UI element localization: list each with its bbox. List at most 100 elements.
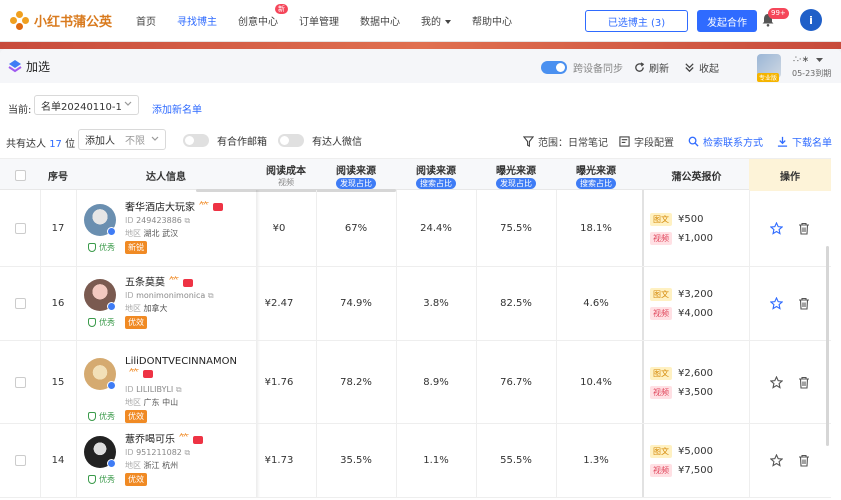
price-value: ¥5,000 [678,446,713,457]
quality-badge: 优秀 [88,242,115,253]
id-value: 951211082 [136,448,182,457]
region-value: 加拿大 [143,304,168,313]
copy-icon[interactable]: ⧉ [176,385,182,394]
creator-name[interactable]: 五条莫莫 [125,278,165,289]
creator-info: 五条莫莫⺮ ID monimonimonica ⧉ 地区 加拿大 优秀 优效 [84,267,254,340]
table-row[interactable]: 17 奢华酒店大玩家⺮ ID 249423886 ⧉ 地区 湖北 武汉 优秀 新… [0,190,831,267]
nav-item-orders[interactable]: 订单管理 [299,13,339,28]
nav-item-label: 我的 [421,17,441,28]
header-read-cost[interactable]: 阅读成本 视频 [256,159,316,191]
shield-icon [88,411,96,421]
column-divider [642,267,644,340]
nav-item-creative-center[interactable]: 创意中心 新 [238,4,288,28]
download-list-button[interactable]: 下载名单 [777,134,832,149]
total-number: 17 [49,139,62,150]
select-all-checkbox[interactable] [14,169,26,181]
row-actions [770,341,810,423]
add-list-link[interactable]: 添加新名单 [152,101,202,116]
wechat-toggle[interactable] [278,134,304,147]
field-config-button[interactable]: 字段配置 [619,134,674,149]
refresh-label: 刷新 [649,64,669,75]
add-creator-select[interactable]: 添加人 不限 [78,129,166,150]
trash-icon[interactable] [798,222,810,235]
field-config-label: 字段配置 [634,138,674,149]
creator-tag: 新锐 [125,240,147,254]
add-creator-limit: 不限 [125,136,145,147]
row-checkbox[interactable] [14,298,26,309]
star-icon[interactable] [770,221,783,235]
row-checkbox[interactable] [14,222,26,234]
trash-icon[interactable] [798,376,810,389]
creator-name[interactable]: 奢华酒店大玩家 [125,202,195,213]
caret-down-icon[interactable] [816,58,823,63]
mailbox-toggle[interactable] [183,134,209,147]
copy-icon[interactable]: ⧉ [184,448,190,457]
creator-id: ID 951211082 ⧉ [125,448,190,458]
column-divider [749,267,750,340]
search-contact-button[interactable]: 检索联系方式 [688,134,763,149]
row-checkbox[interactable] [14,455,26,466]
creator-id: ID 249423886 ⧉ [125,216,190,226]
scope-filter[interactable]: 范围：日常笔记 [523,134,608,149]
row-index: 15 [51,376,65,388]
nav-item-find-bloggers[interactable]: 寻找博主 [177,13,217,28]
vertical-scrollbar[interactable] [826,246,829,446]
nav-item-help[interactable]: 帮助中心 [472,13,512,28]
creator-id: ID monimonimonica ⧉ [125,291,214,301]
read-source-find: 35.5% [340,455,372,466]
price-video: 视频 ¥4,000 [650,307,713,320]
nav-menu: 首页 寻找博主 创意中心 新 订单管理 数据中心 我的 帮助中心 [136,4,533,28]
price-video: 视频 ¥7,500 [650,464,713,477]
user-avatar[interactable]: i [800,9,822,31]
creator-name-line: 奢华酒店大玩家⺮ [125,201,235,215]
refresh-button[interactable]: 刷新 [634,60,669,75]
header-pill: 发现占比 [336,177,376,189]
header-exposure-source-search[interactable]: 曝光来源 搜索占比 [556,159,636,191]
search-icon [688,136,699,147]
price-video: 视频 ¥3,500 [650,385,713,399]
filter-icon [523,136,534,147]
collapse-button[interactable]: 收起 [684,60,719,75]
account-expiry: 05-23到期 [792,69,832,78]
download-icon [777,136,788,147]
table-row[interactable]: 14 薏乔喝可乐⺮ ID 951211082 ⧉ 地区 浙江 杭州 优秀 优效 … [0,424,831,498]
logo[interactable]: 小红书蒲公英 [10,10,130,31]
list-select-value: 名单20240110-1 [41,101,122,113]
header-read-source-find[interactable]: 阅读来源 发现占比 [316,159,396,191]
row-actions [770,190,810,266]
star-icon[interactable] [770,454,783,467]
row-checkbox[interactable] [14,376,26,388]
table-row[interactable]: 15 LiliDONTVECINNAMON⺮ ID LILILIBYLI ⧉ 地… [0,341,831,424]
start-collab-button[interactable]: 发起合作 [697,10,757,32]
price-value: ¥1,000 [678,232,713,244]
list-select[interactable]: 名单20240110-1 [34,95,139,115]
trash-icon[interactable] [798,454,810,467]
header-pill: 搜索占比 [576,177,616,189]
nav-item-home[interactable]: 首页 [136,13,156,28]
copy-icon[interactable]: ⧉ [184,216,190,225]
header-exposure-source-find[interactable]: 曝光来源 发现占比 [476,159,556,191]
exposure-source-search: 4.6% [583,298,609,309]
row-actions [770,424,810,497]
header-read-source-search[interactable]: 阅读来源 搜索占比 [396,159,476,191]
settings-list-icon [619,136,630,147]
nav-item-mine[interactable]: 我的 [421,13,451,28]
trash-icon[interactable] [798,297,810,310]
exposure-source-find: 75.5% [500,222,532,234]
star-icon[interactable] [770,297,783,310]
star-icon[interactable] [770,375,783,389]
nav-item-data-center[interactable]: 数据中心 [360,13,400,28]
total-suffix: 位 [65,139,76,150]
creator-name[interactable]: LiliDONTVECINNAMON [125,356,237,367]
sync-toggle[interactable] [541,61,567,74]
price-type-tag: 视频 [650,385,672,399]
copy-icon[interactable]: ⧉ [208,291,214,300]
header-label: 曝光来源 [496,165,536,177]
table-row[interactable]: 16 五条莫莫⺮ ID monimonimonica ⧉ 地区 加拿大 优秀 优… [0,267,831,341]
row-select [0,267,40,340]
shield-icon [88,475,96,484]
creator-name[interactable]: 薏乔喝可乐 [125,435,175,446]
selected-bloggers-button[interactable]: 已选博主 (3) [585,10,688,32]
brand-tag-icon [193,435,203,444]
read-source-search: 8.9% [423,376,449,388]
